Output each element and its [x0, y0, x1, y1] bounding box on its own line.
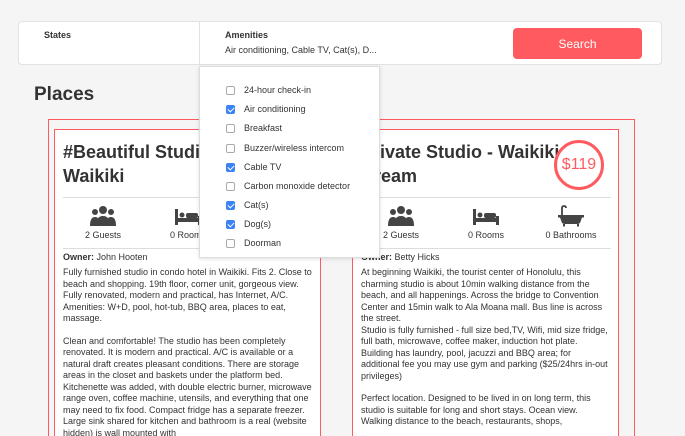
guests-icon: [90, 206, 116, 226]
amenities-selected-text: Air conditioning, Cable TV, Cat(s), D...: [225, 45, 377, 55]
amenities-title: Amenities: [225, 30, 269, 40]
description-paragraph: Fully furnished studio in condo hotel in…: [63, 267, 312, 323]
place-name: Private Studio - Waikiki Dream: [361, 142, 560, 186]
place-description: Fully furnished studio in condo hotel in…: [63, 267, 313, 436]
states-title: States: [44, 30, 72, 40]
amenity-checkbox[interactable]: [226, 181, 235, 191]
amenities-dropdown: 24-hour check-in Air conditioning Breakf…: [199, 66, 380, 258]
guests-info: 2 Guests: [63, 202, 143, 240]
place-card: Private Studio - Waikiki Dream $119 2 Gu…: [352, 129, 619, 436]
amenity-option[interactable]: Breakfast: [226, 122, 282, 134]
search-button[interactable]: Search: [513, 28, 642, 59]
amenity-option[interactable]: Air conditioning: [226, 103, 306, 115]
amenity-checkbox[interactable]: [226, 143, 235, 153]
description-paragraph: Clean and comfortable! The studio has be…: [63, 335, 312, 436]
amenity-label: Air conditioning: [244, 104, 306, 114]
amenity-label: Breakfast: [244, 123, 283, 133]
bathrooms-label: 0 Bathrooms: [545, 230, 597, 240]
amenity-checkbox[interactable]: [226, 123, 235, 133]
bathtub-icon: [558, 205, 584, 227]
amenity-option[interactable]: Cable TV: [226, 161, 281, 173]
rooms-info: 0 Rooms: [446, 202, 526, 240]
bathrooms-info: 0 Bathrooms: [531, 202, 611, 240]
bed-icon: [175, 209, 201, 225]
description-paragraph: At beginning Waikiki, the tourist center…: [361, 267, 608, 381]
owner-label: Owner: [63, 252, 92, 262]
amenity-label: Cable TV: [244, 162, 282, 172]
owner-line: Owner: John Hooten: [63, 252, 148, 262]
amenity-checkbox[interactable]: [226, 200, 235, 210]
amenity-option[interactable]: 24-hour check-in: [226, 84, 311, 96]
guests-label: 2 Guests: [84, 230, 122, 240]
amenity-option[interactable]: Buzzer/wireless intercom: [226, 142, 344, 154]
amenity-label: Cat(s): [244, 200, 269, 210]
amenity-checkbox[interactable]: [226, 238, 235, 248]
amenities-filter[interactable]: Amenities Air conditioning, Cable TV, Ca…: [200, 22, 380, 64]
bed-icon: [473, 209, 499, 225]
rooms-label: 0 Rooms: [467, 230, 504, 240]
amenity-label: Doorman: [244, 238, 282, 248]
states-filter[interactable]: States: [19, 22, 200, 64]
place-info: 2 Guests 0 Rooms 0 Bathrooms: [361, 197, 611, 249]
amenity-label: Dog(s): [244, 219, 272, 229]
filters-bar: States Amenities Air conditioning, Cable…: [18, 21, 662, 65]
amenity-option[interactable]: Cat(s): [226, 199, 269, 211]
amenity-label: 24-hour check-in: [244, 85, 312, 95]
amenity-option[interactable]: Carbon monoxide detector: [226, 180, 350, 192]
amenity-checkbox[interactable]: [226, 85, 235, 95]
amenity-option[interactable]: Dog(s): [226, 218, 271, 230]
places-title: Places: [34, 84, 95, 105]
amenity-label: Carbon monoxide detector: [244, 181, 351, 191]
amenity-option[interactable]: Doorman: [226, 237, 281, 249]
owner-name: Betty Hicks: [394, 252, 440, 262]
amenity-checkbox[interactable]: [226, 162, 235, 172]
amenity-checkbox[interactable]: [226, 219, 235, 229]
guests-icon: [388, 206, 414, 226]
price-badge: $119: [554, 140, 604, 190]
owner-name: John Hooten: [96, 252, 148, 262]
description-paragraph: Perfect location. Designed to be lived i…: [361, 393, 591, 426]
amenity-label: Buzzer/wireless intercom: [244, 143, 345, 153]
amenity-checkbox[interactable]: [226, 104, 235, 114]
place-description: At beginning Waikiki, the tourist center…: [361, 267, 611, 436]
